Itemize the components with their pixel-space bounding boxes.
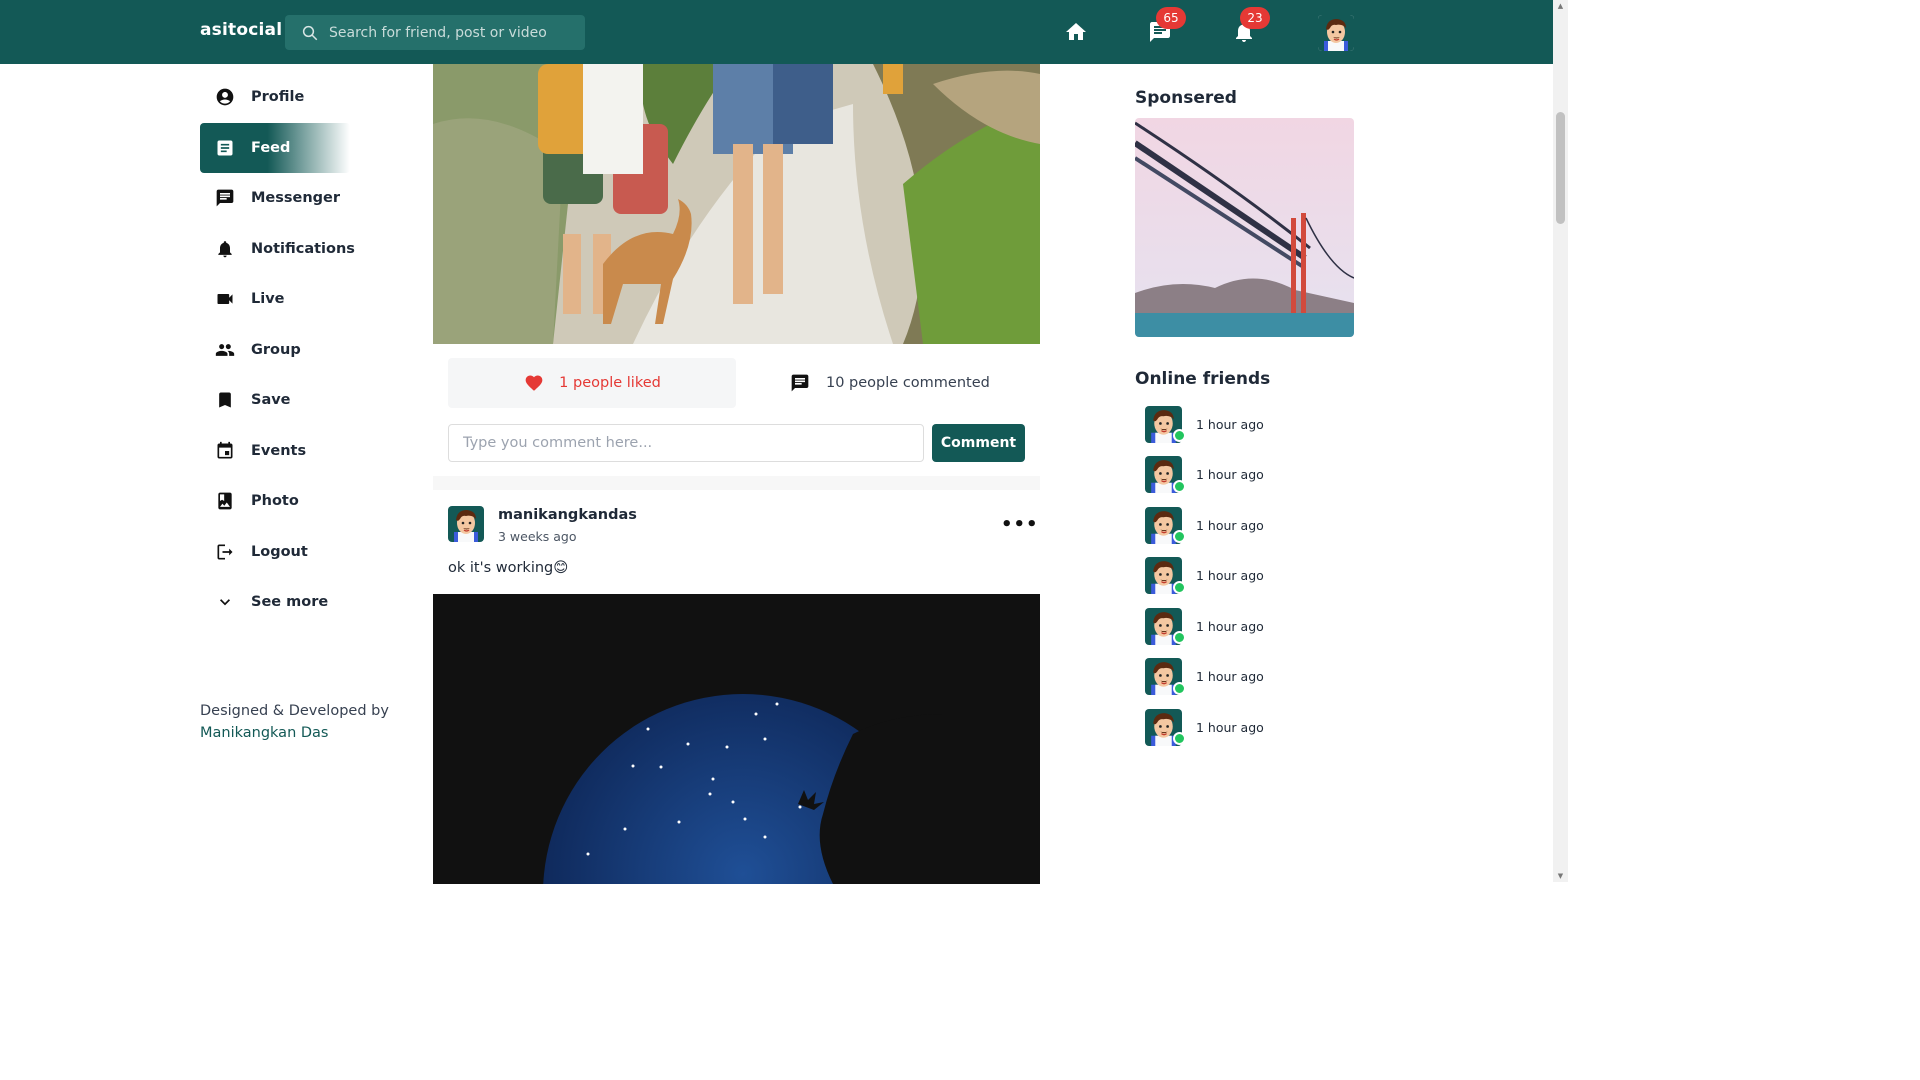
sidebar-item-label: Live xyxy=(251,291,285,308)
sidebar-item-label: Save xyxy=(251,392,291,409)
bookmark-icon xyxy=(215,390,235,410)
post-actions: 1 people liked 10 people commented Comme… xyxy=(433,344,1040,476)
online-status-dot xyxy=(1173,732,1186,745)
friend-last-active: 1 hour ago xyxy=(1196,719,1264,735)
profile-avatar[interactable] xyxy=(1318,15,1354,51)
sidebar-item-messenger[interactable]: Messenger xyxy=(200,173,410,224)
sidebar-item-label: Feed xyxy=(251,139,291,156)
post-author-avatar[interactable] xyxy=(448,506,484,542)
sidebar-item-label: Photo xyxy=(251,493,299,510)
comment-input[interactable] xyxy=(448,424,924,462)
post-text: ok it's working😊 xyxy=(448,560,569,576)
online-status-dot xyxy=(1173,631,1186,644)
post-image-night[interactable] xyxy=(433,594,1040,884)
logout-icon xyxy=(215,542,235,562)
sidebar-item-label: See more xyxy=(251,594,329,611)
online-friend[interactable]: 1 hour ago xyxy=(1135,551,1355,602)
brand-logo[interactable]: asitocial xyxy=(200,20,282,40)
sidebar-item-save[interactable]: Save xyxy=(200,375,410,426)
friend-last-active: 1 hour ago xyxy=(1196,467,1264,483)
sidebar-item-label: Logout xyxy=(251,543,308,560)
notifications-badge: 23 xyxy=(1240,7,1270,29)
sidebar-item-events[interactable]: Events xyxy=(200,426,410,477)
sidebar-item-see-more[interactable]: See more xyxy=(200,577,410,628)
online-friends-list: 1 hour ago 1 hour ago 1 hour ago 1 hour … xyxy=(1135,399,1355,753)
post-author-name[interactable]: manikangkandas xyxy=(498,507,637,523)
friend-last-active: 1 hour ago xyxy=(1196,669,1264,685)
author-link[interactable]: Manikangkan Das xyxy=(200,722,389,744)
heart-icon xyxy=(525,375,543,391)
group-icon xyxy=(215,340,235,360)
online-friend[interactable]: 1 hour ago xyxy=(1135,702,1355,753)
scrollbar-thumb[interactable] xyxy=(1556,112,1565,224)
search-input[interactable] xyxy=(329,24,569,41)
comment-button[interactable]: Comment xyxy=(932,424,1025,462)
right-sidebar: Sponsered Online friends 1 hour ago 1 ho… xyxy=(1135,88,1355,753)
account-circle-icon xyxy=(215,87,235,107)
search-bar[interactable] xyxy=(285,15,585,50)
messages-badge: 65 xyxy=(1156,7,1186,29)
scroll-up-arrow-icon[interactable]: ▲ xyxy=(1556,2,1565,10)
friend-last-active: 1 hour ago xyxy=(1196,416,1264,432)
friend-last-active: 1 hour ago xyxy=(1196,517,1264,533)
sponsored-image[interactable] xyxy=(1135,118,1354,337)
sidebar-item-logout[interactable]: Logout xyxy=(200,527,410,578)
post-image-painting[interactable] xyxy=(433,64,1040,344)
sidebar-item-feed[interactable]: Feed xyxy=(200,122,350,173)
online-status-dot xyxy=(1173,530,1186,543)
post-header: manikangkandas 3 weeks ago ••• ok it's w… xyxy=(433,490,1040,594)
online-status-dot xyxy=(1173,479,1186,493)
bell-icon xyxy=(215,239,235,259)
feed: 1 people liked 10 people commented Comme… xyxy=(433,64,1040,884)
sidebar-item-group[interactable]: Group xyxy=(200,325,410,376)
chat-icon xyxy=(215,188,235,208)
sidebar-item-label: Profile xyxy=(251,89,305,106)
sidebar-item-live[interactable]: Live xyxy=(200,274,410,325)
credits: Designed & Developed by Manikangkan Das xyxy=(200,700,389,744)
scroll-down-arrow-icon[interactable]: ▼ xyxy=(1556,872,1565,880)
credits-line: Designed & Developed by xyxy=(200,703,389,719)
online-friend[interactable]: 1 hour ago xyxy=(1135,450,1355,501)
home-icon[interactable] xyxy=(1064,20,1088,44)
sponsored-title: Sponsered xyxy=(1135,88,1237,108)
post-timestamp: 3 weeks ago xyxy=(498,529,577,544)
top-navbar: asitocial 65 23 xyxy=(0,0,1553,64)
more-options-icon[interactable]: ••• xyxy=(1001,514,1039,535)
online-friend[interactable]: 1 hour ago xyxy=(1135,500,1355,551)
online-friend[interactable]: 1 hour ago xyxy=(1135,601,1355,652)
online-status-dot xyxy=(1173,429,1186,442)
post-separator xyxy=(433,476,1040,490)
comment-icon xyxy=(791,374,809,392)
feed-icon xyxy=(215,138,235,158)
friend-last-active: 1 hour ago xyxy=(1196,618,1264,634)
calendar-icon xyxy=(215,441,235,461)
sidebar-nav: Profile Feed Messenger Notifications Liv… xyxy=(200,72,410,628)
likes-count: 1 people liked xyxy=(559,375,661,391)
sidebar-item-photo[interactable]: Photo xyxy=(200,476,410,527)
sidebar-item-label: Group xyxy=(251,341,301,358)
sidebar-item-label: Notifications xyxy=(251,240,355,257)
comments-button[interactable]: 10 people commented xyxy=(790,358,990,408)
sidebar-item-label: Events xyxy=(251,442,307,459)
friend-last-active: 1 hour ago xyxy=(1196,568,1264,584)
sidebar-item-notifications[interactable]: Notifications xyxy=(200,224,410,275)
online-status-dot xyxy=(1173,681,1186,695)
comments-count: 10 people commented xyxy=(826,375,990,391)
chevron-down-icon xyxy=(215,592,235,612)
search-icon xyxy=(302,25,318,40)
online-friends-title: Online friends xyxy=(1135,369,1271,389)
sidebar-item-label: Messenger xyxy=(251,190,341,207)
like-button[interactable]: 1 people liked xyxy=(448,358,736,408)
online-friend[interactable]: 1 hour ago xyxy=(1135,652,1355,703)
sidebar-item-profile[interactable]: Profile xyxy=(200,72,410,123)
photo-album-icon xyxy=(215,491,235,511)
videocam-icon xyxy=(215,289,235,309)
online-status-dot xyxy=(1173,580,1186,594)
online-friend[interactable]: 1 hour ago xyxy=(1135,399,1355,450)
